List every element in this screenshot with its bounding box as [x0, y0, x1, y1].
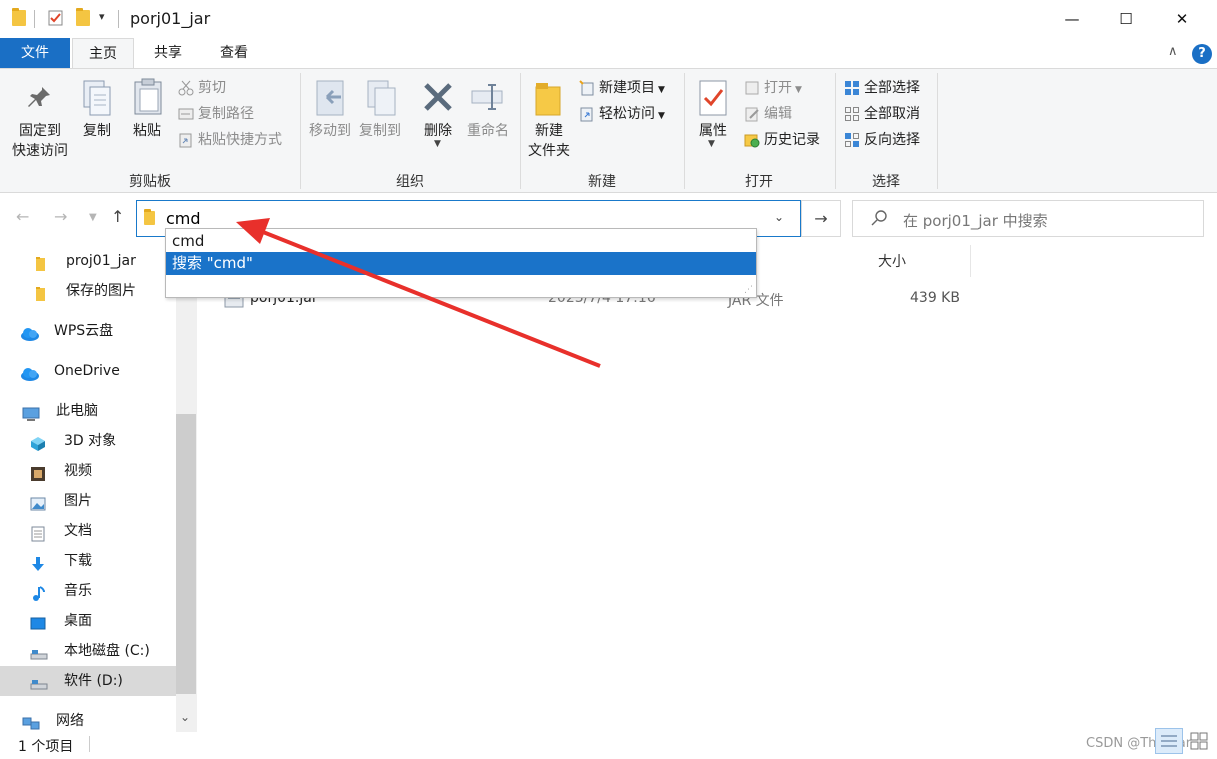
details-view-icon[interactable] — [1155, 728, 1183, 754]
large-icons-view-icon[interactable] — [1188, 730, 1210, 752]
divider — [89, 736, 90, 752]
arrow-shaft — [257, 228, 601, 368]
item-count: 1 个项目 — [18, 739, 74, 755]
arrow-head — [236, 218, 270, 244]
annotation-arrow — [236, 218, 601, 368]
status-bar: 1 个项目 CSDN @TheStar — [0, 728, 1217, 759]
